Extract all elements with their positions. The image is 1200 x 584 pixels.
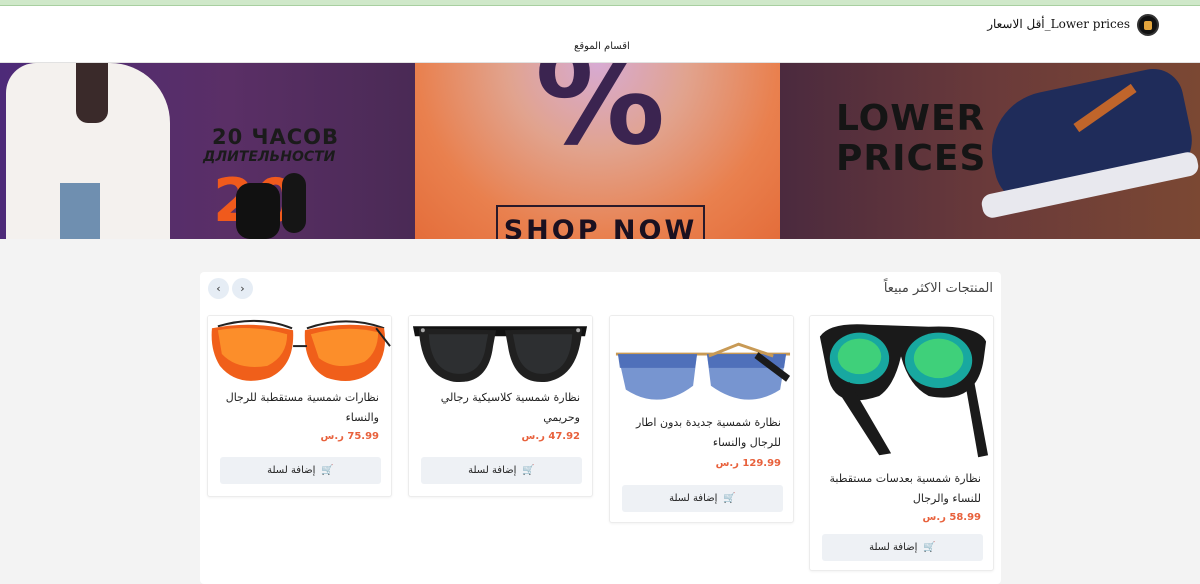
product-name[interactable]: نظارة شمسية كلاسيكية رجالي وحريمي bbox=[415, 388, 580, 428]
product-price: 47.92 ر.س bbox=[521, 431, 580, 442]
product-name[interactable]: نظارة شمسية جديدة بدون اطار للرجال والنس… bbox=[616, 413, 781, 453]
cart-icon: 🛒 bbox=[723, 493, 736, 504]
nav-site-categories[interactable]: اقسام الموقع bbox=[574, 41, 630, 52]
product-card[interactable]: نظارة شمسية كلاسيكية رجالي وحريمي 47.92 … bbox=[408, 315, 593, 497]
product-price: 58.99 ر.س bbox=[922, 512, 981, 523]
brand-name[interactable]: أقل الاسعار_Lower prices bbox=[987, 17, 1130, 31]
earbud-image bbox=[282, 173, 306, 233]
add-to-cart-button[interactable]: إضافة لسلة 🛒 bbox=[220, 457, 381, 484]
model-image bbox=[0, 63, 175, 239]
cart-icon: 🛒 bbox=[321, 465, 334, 476]
add-to-cart-label: إضافة لسلة bbox=[869, 542, 918, 553]
product-name[interactable]: نظارات شمسية مستقطبة للرجال والنساء bbox=[214, 388, 379, 428]
sneaker-image bbox=[979, 63, 1200, 239]
product-card[interactable]: نظارات شمسية مستقطبة للرجال والنساء 75.9… bbox=[207, 315, 392, 497]
add-to-cart-label: إضافة لسلة bbox=[669, 493, 718, 504]
add-to-cart-button[interactable]: إضافة لسلة 🛒 bbox=[622, 485, 783, 512]
hero-banner[interactable]: 20 ЧАСОВ ДЛИТЕЛЬНОСТИ 20 % SHOP NOW LOWE… bbox=[0, 63, 1200, 239]
brand-logo-icon[interactable] bbox=[1137, 14, 1159, 36]
sunglasses-rimless-blue-image bbox=[610, 316, 793, 406]
carousel-next-button[interactable]: › bbox=[232, 278, 253, 299]
sunglasses-mirror-green-image bbox=[810, 316, 993, 466]
best-sellers-section: المنتجات الاكثر مبيعاً ‹ › نظارة شمسية ب… bbox=[200, 272, 1001, 584]
add-to-cart-label: إضافة لسلة bbox=[468, 465, 517, 476]
sunglasses-orange-aviator-image bbox=[208, 316, 391, 394]
cart-icon: 🛒 bbox=[522, 465, 535, 476]
add-to-cart-label: إضافة لسلة bbox=[267, 465, 316, 476]
product-price: 75.99 ر.س bbox=[320, 431, 379, 442]
earbuds-image bbox=[236, 183, 280, 239]
chevron-left-icon: ‹ bbox=[216, 282, 221, 295]
product-name[interactable]: نظارة شمسية بعدسات مستقطبة للنساء والرجا… bbox=[816, 469, 981, 509]
site-header: أقل الاسعار_Lower prices اقسام الموقع bbox=[0, 6, 1200, 63]
shop-now-button[interactable]: SHOP NOW bbox=[496, 205, 705, 239]
product-card[interactable]: نظارة شمسية جديدة بدون اطار للرجال والنس… bbox=[609, 315, 794, 523]
section-title: المنتجات الاكثر مبيعاً bbox=[883, 281, 993, 296]
carousel-prev-button[interactable]: ‹ bbox=[208, 278, 229, 299]
cart-icon: 🛒 bbox=[923, 542, 936, 553]
banner-cyrillic-line1: 20 ЧАСОВ bbox=[212, 125, 340, 149]
lower-prices-text: LOWER PRICES bbox=[836, 98, 987, 179]
banner-cyrillic-line2: ДЛИТЕЛЬНОСТИ bbox=[203, 149, 336, 165]
percent-sign: % bbox=[535, 63, 666, 174]
add-to-cart-button[interactable]: إضافة لسلة 🛒 bbox=[822, 534, 983, 561]
chevron-right-icon: › bbox=[240, 282, 245, 295]
product-card[interactable]: نظارة شمسية بعدسات مستقطبة للنساء والرجا… bbox=[809, 315, 994, 571]
product-price: 129.99 ر.س bbox=[715, 458, 781, 469]
add-to-cart-button[interactable]: إضافة لسلة 🛒 bbox=[421, 457, 582, 484]
sunglasses-classic-black-image bbox=[409, 316, 592, 391]
